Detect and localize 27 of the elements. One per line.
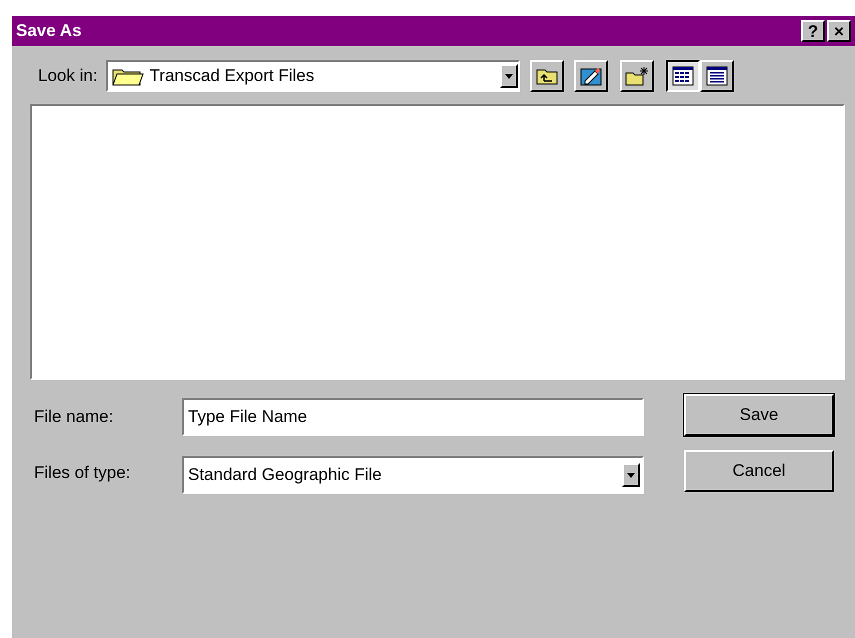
dropdown-arrow-button[interactable]: [500, 64, 518, 88]
look-in-label: Look in:: [38, 65, 98, 88]
down-triangle-icon: [627, 472, 635, 478]
look-in-dropdown[interactable]: Transcad Export Files: [106, 60, 520, 92]
save-button[interactable]: Save: [684, 394, 834, 436]
desktop-button[interactable]: [574, 60, 608, 92]
list-view-button[interactable]: [666, 60, 700, 92]
file-type-label: Files of type:: [34, 462, 132, 484]
file-name-label: File name:: [34, 406, 114, 428]
help-button[interactable]: ?: [801, 20, 825, 42]
file-type-value: Standard Geographic File: [188, 464, 383, 486]
window-title: Save As: [16, 20, 82, 42]
close-button[interactable]: ×: [827, 20, 851, 42]
list-view-icon: [672, 66, 694, 86]
up-folder-button[interactable]: [530, 60, 564, 92]
cancel-button[interactable]: Cancel: [684, 450, 834, 492]
folder-name: Transcad Export Files: [150, 65, 316, 88]
details-view-icon: [706, 66, 728, 86]
file-type-dropdown[interactable]: Standard Geographic File: [182, 456, 644, 494]
up-folder-icon: [536, 67, 558, 85]
details-view-button[interactable]: [700, 60, 734, 92]
dropdown-arrow-button[interactable]: [622, 463, 640, 487]
new-folder-icon: [624, 66, 649, 86]
new-folder-button[interactable]: [620, 60, 654, 92]
down-triangle-icon: [504, 74, 513, 78]
file-name-field[interactable]: Type File Name: [182, 398, 644, 436]
desktop-pencil-icon: [580, 66, 602, 86]
